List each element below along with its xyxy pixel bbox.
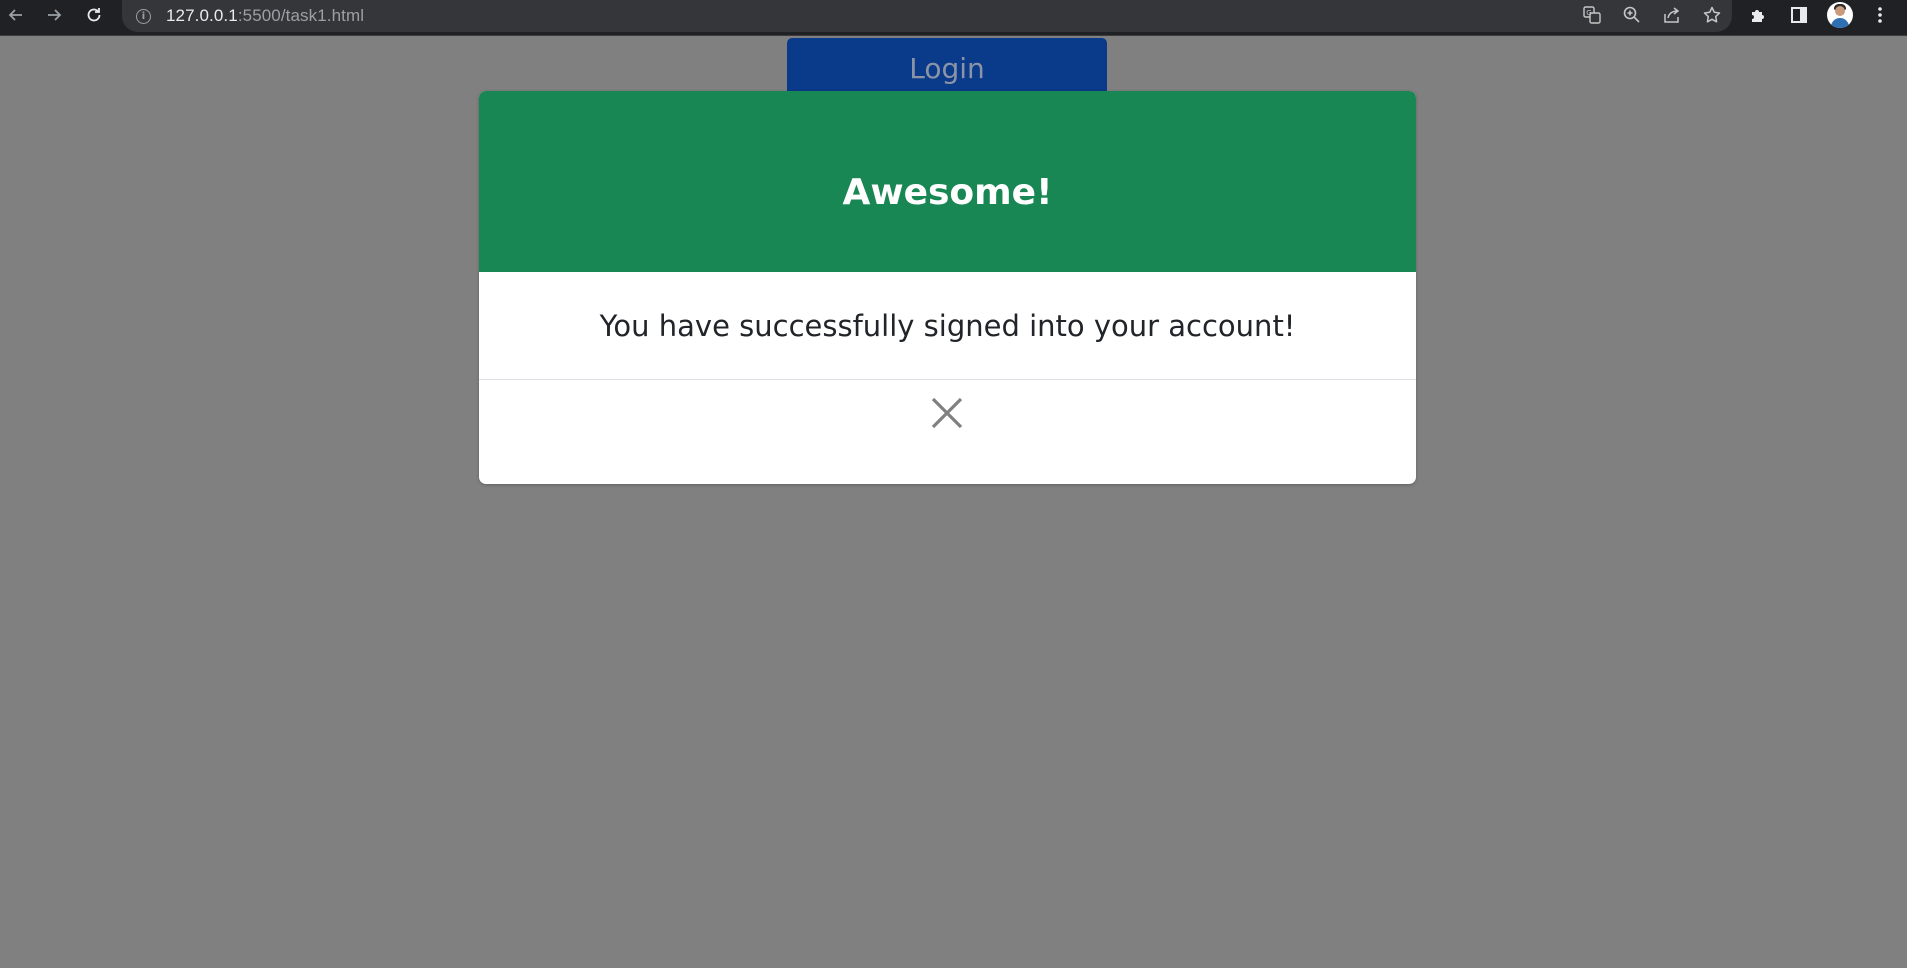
- share-icon[interactable]: [1652, 0, 1692, 30]
- modal-message: You have successfully signed into your a…: [599, 309, 1296, 343]
- url-host: 127.0.0.1: [166, 6, 238, 25]
- puzzle-icon[interactable]: [1739, 0, 1779, 30]
- modal-divider: [479, 379, 1416, 380]
- address-bar[interactable]: i 127.0.0.1:5500/task1.html G: [122, 0, 1732, 32]
- reload-icon: [87, 8, 101, 22]
- success-modal: Awesome! You have successfully signed in…: [479, 91, 1416, 484]
- modal-header: Awesome!: [479, 91, 1416, 272]
- side-panel-icon[interactable]: [1779, 0, 1819, 30]
- forward-arrow-icon: [48, 9, 62, 21]
- url-path: :5500/task1.html: [237, 6, 365, 25]
- reload-button[interactable]: [78, 0, 110, 30]
- browser-toolbar: i 127.0.0.1:5500/task1.html G: [0, 0, 1907, 36]
- modal-body: You have successfully signed into your a…: [479, 272, 1416, 470]
- svg-text:G: G: [1586, 9, 1591, 17]
- back-arrow-icon: [8, 9, 22, 21]
- login-button[interactable]: Login: [787, 38, 1107, 98]
- avatar[interactable]: [1827, 2, 1853, 28]
- close-button[interactable]: [927, 393, 967, 433]
- info-icon[interactable]: i: [136, 8, 151, 24]
- modal-title: Awesome!: [842, 172, 1053, 213]
- translate-icon[interactable]: G: [1572, 0, 1612, 30]
- zoom-icon[interactable]: [1612, 0, 1652, 30]
- back-button[interactable]: [0, 0, 32, 30]
- url-text[interactable]: 127.0.0.1:5500/task1.html: [166, 6, 364, 26]
- forward-button[interactable]: [38, 0, 70, 30]
- star-icon[interactable]: [1692, 0, 1732, 30]
- close-icon: [931, 397, 963, 429]
- kebab-menu-icon[interactable]: [1860, 0, 1900, 30]
- address-bar-actions: G: [1572, 0, 1732, 30]
